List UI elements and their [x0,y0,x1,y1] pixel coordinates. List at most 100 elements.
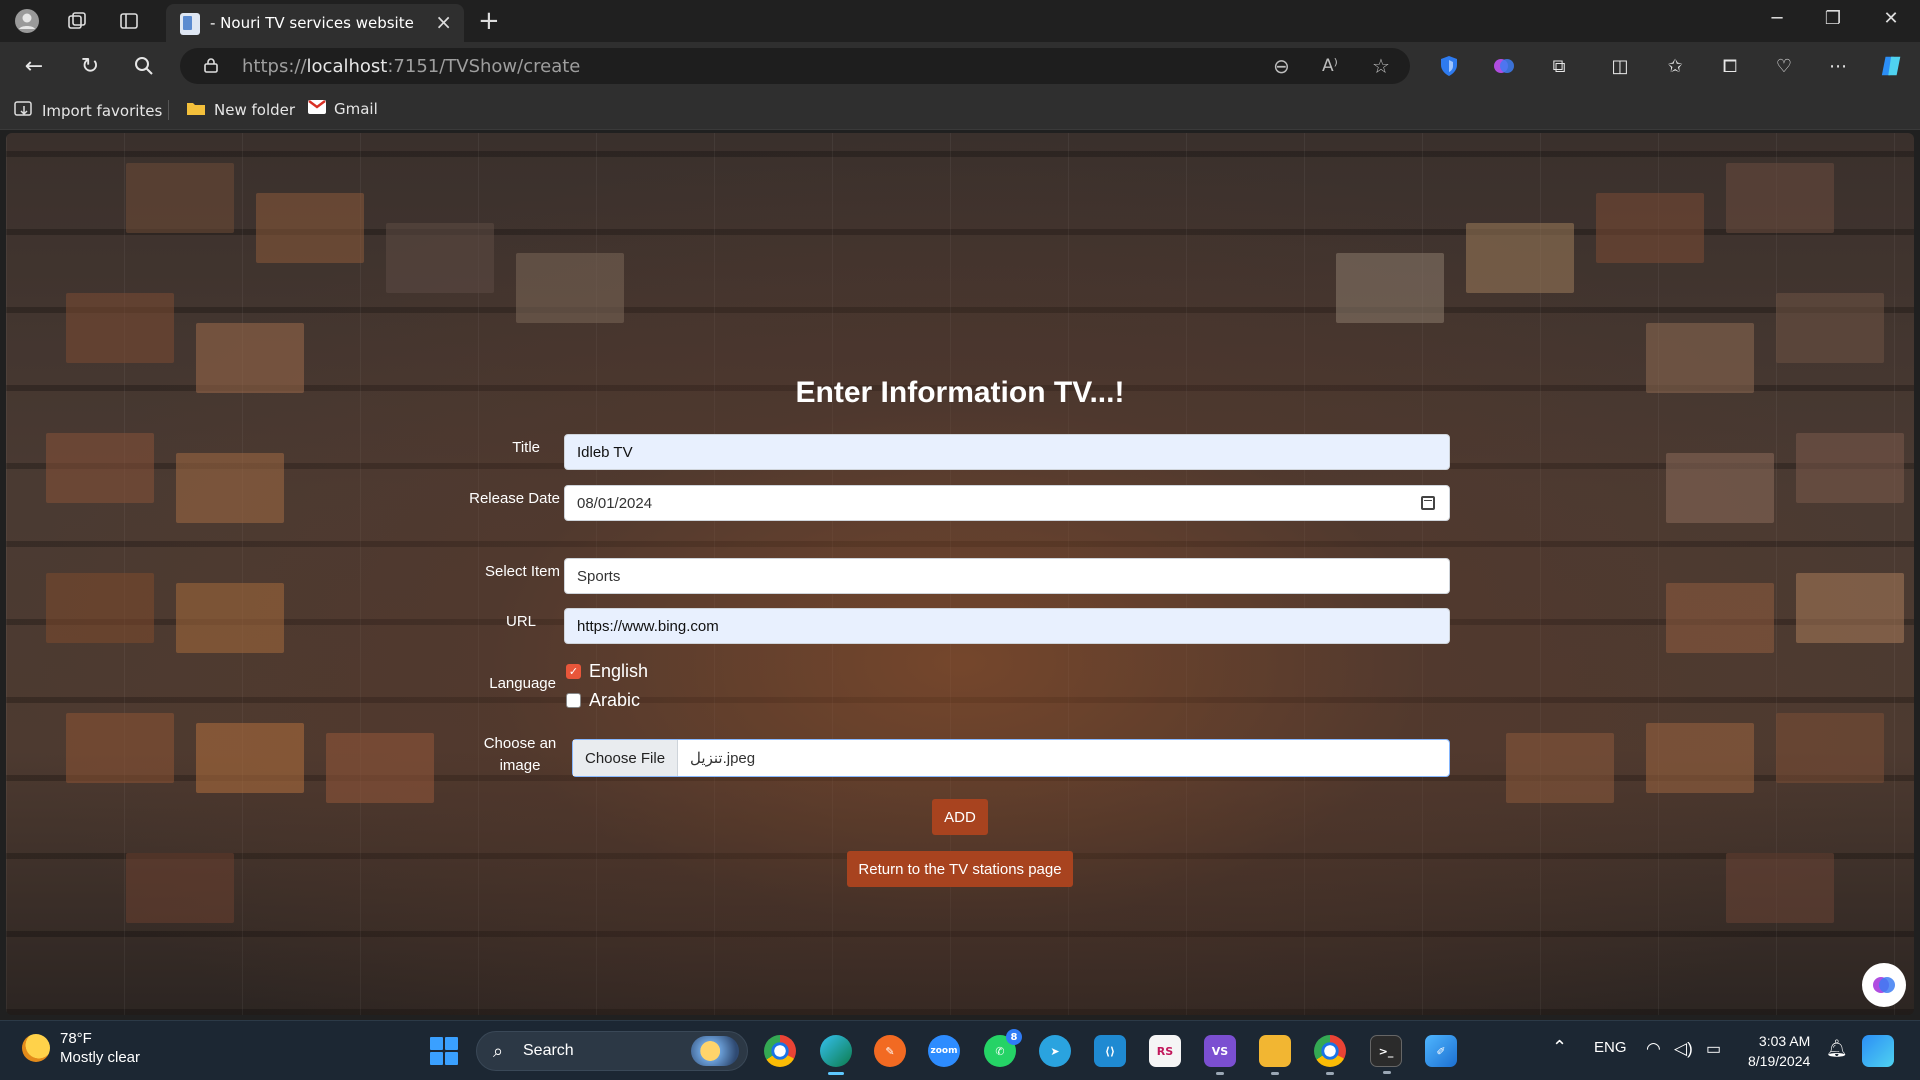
zoom-out-icon[interactable]: ⊖ [1273,54,1290,78]
input-language[interactable]: ENG [1594,1039,1627,1056]
volume-icon[interactable]: ◁) [1674,1039,1693,1059]
english-label: English [589,661,649,681]
release-date-value: 08/01/2024 [577,495,653,512]
navigation-bar: ← ↻ https://localhost:7151/TVShow/create… [0,42,1920,90]
rider-icon[interactable]: RS [1149,1035,1181,1067]
fav-label: New folder [214,101,296,119]
windows-taskbar: 78°F Mostly clear ⌕ Search ✎ zoom ✆ 8 ➤ ⟨… [0,1020,1920,1080]
favorites-list-icon[interactable]: ✩ [1663,54,1687,78]
brain-extension-icon[interactable] [1492,54,1516,78]
favorites-divider [168,100,169,120]
lock-icon[interactable] [204,57,218,73]
refresh-icon[interactable]: ↻ [76,52,104,80]
wifi-icon[interactable]: ◠ [1646,1039,1661,1059]
url-text[interactable]: https://localhost:7151/TVShow/create [242,56,580,77]
select-item-label: Select Item [484,563,560,580]
choose-image-label-line1: Choose an [483,735,557,752]
gmail-icon [308,100,326,118]
folder-icon [186,100,206,120]
url-input[interactable]: https://www.bing.com [564,608,1450,644]
whatsapp-icon[interactable]: ✆ 8 [984,1029,1022,1067]
chrome-profile-icon[interactable] [1314,1035,1346,1075]
weather-widget[interactable]: 78°F Mostly clear [22,1029,140,1067]
vscode-icon[interactable]: ⟨⟩ [1094,1035,1126,1067]
taskbar-search-label: Search [523,1042,574,1059]
title-bar: - Nouri TV services website × + ─ ❐ ✕ [0,0,1920,42]
language-option-english[interactable]: ✓ English [566,661,648,682]
search-highlight-image [691,1036,739,1066]
arabic-checkbox[interactable] [566,693,581,708]
image-file-input[interactable]: Choose File تنزيل.jpeg [572,739,1450,777]
battery-icon[interactable]: ▭ [1706,1039,1721,1059]
edge-icon[interactable] [820,1035,852,1075]
release-date-input[interactable]: 08/01/2024 [564,485,1450,521]
read-aloud-icon[interactable]: A⁾ [1322,56,1338,76]
clock-date: 8/19/2024 [1748,1053,1811,1069]
zoom-icon[interactable]: zoom [928,1035,960,1067]
split-screen-icon[interactable]: ◫ [1608,54,1632,78]
file-explorer-icon[interactable] [1259,1035,1291,1075]
more-menu-icon[interactable]: ⋯ [1826,54,1850,78]
extensions-puzzle-icon[interactable]: ⧉ [1547,54,1571,78]
restore-icon[interactable]: ❐ [1818,8,1848,29]
notification-bell-icon[interactable]: 🔔︎ [1826,1039,1848,1059]
windows-start-icon[interactable] [430,1037,458,1065]
choose-file-button[interactable]: Choose File [573,740,679,776]
chrome-icon[interactable] [764,1035,796,1067]
tab-actions-icon[interactable] [116,8,142,34]
back-icon[interactable]: ← [20,52,48,80]
paint-icon[interactable]: ✐ [1425,1035,1457,1067]
fav-import-favorites[interactable]: Import favorites [14,100,162,122]
fav-label: Import favorites [42,102,163,120]
workspaces-icon[interactable] [64,8,90,34]
zoom-label: zoom [930,1046,958,1056]
add-button[interactable]: ADD [932,799,988,835]
profile-icon[interactable] [14,8,40,34]
favorite-star-icon[interactable]: ☆ [1372,54,1390,78]
copilot-taskbar-icon[interactable] [1862,1035,1894,1067]
title-label: Title [512,439,540,456]
selected-file-name: تنزيل.jpeg [690,750,756,767]
arabic-label: Arabic [589,690,641,710]
page-favicon-icon [180,13,200,35]
address-bar[interactable]: https://localhost:7151/TVShow/create ⊖ A… [180,48,1410,84]
visual-studio-icon[interactable]: VS [1204,1035,1236,1075]
whatsapp-badge: 8 [1006,1029,1022,1045]
choose-image-label: Choose an image [472,733,568,777]
release-date-label: Release Date [469,490,560,507]
fav-gmail[interactable]: Gmail [308,100,378,118]
calendar-icon[interactable] [1421,496,1435,510]
telegram-icon[interactable]: ➤ [1039,1035,1071,1067]
clock-time: 3:03 AM [1758,1033,1811,1049]
terminal-icon[interactable]: >_ [1370,1035,1402,1074]
performance-heart-icon[interactable]: ♡ [1772,54,1796,78]
shield-extension-icon[interactable] [1437,54,1461,78]
taskbar-search[interactable]: ⌕ Search [476,1031,748,1071]
weather-temp: 78°F [60,1030,92,1047]
fav-label: Gmail [334,100,378,118]
new-tab-icon[interactable]: + [478,6,500,36]
minimize-icon[interactable]: ─ [1762,8,1792,29]
floating-brain-icon[interactable] [1862,963,1906,1007]
language-label: Language [489,675,556,692]
import-icon [14,100,34,122]
weather-moon-icon [22,1034,50,1062]
postman-icon[interactable]: ✎ [874,1035,906,1067]
weather-text: 78°F Mostly clear [60,1029,140,1067]
language-option-arabic[interactable]: Arabic [566,690,640,711]
clock[interactable]: 3:03 AM 8/19/2024 [1748,1031,1810,1071]
fav-new-folder[interactable]: New folder [186,100,295,120]
return-button[interactable]: Return to the TV stations page [847,851,1073,887]
browser-tab-active[interactable]: - Nouri TV services website × [166,4,464,42]
tab-title: - Nouri TV services website [210,14,414,32]
collections-icon[interactable]: ⧠ [1718,54,1742,78]
show-hidden-icons-icon[interactable]: ⌃ [1552,1037,1567,1058]
page-content: Enter Information TV...! Title Idleb TV … [6,133,1914,1015]
tab-close-icon[interactable]: × [435,10,452,34]
copilot-icon[interactable] [1880,54,1904,78]
select-item-dropdown[interactable]: Sports [564,558,1450,594]
search-icon[interactable] [130,52,158,80]
close-window-icon[interactable]: ✕ [1876,8,1906,29]
english-checkbox[interactable]: ✓ [566,664,581,679]
title-input[interactable]: Idleb TV [564,434,1450,470]
